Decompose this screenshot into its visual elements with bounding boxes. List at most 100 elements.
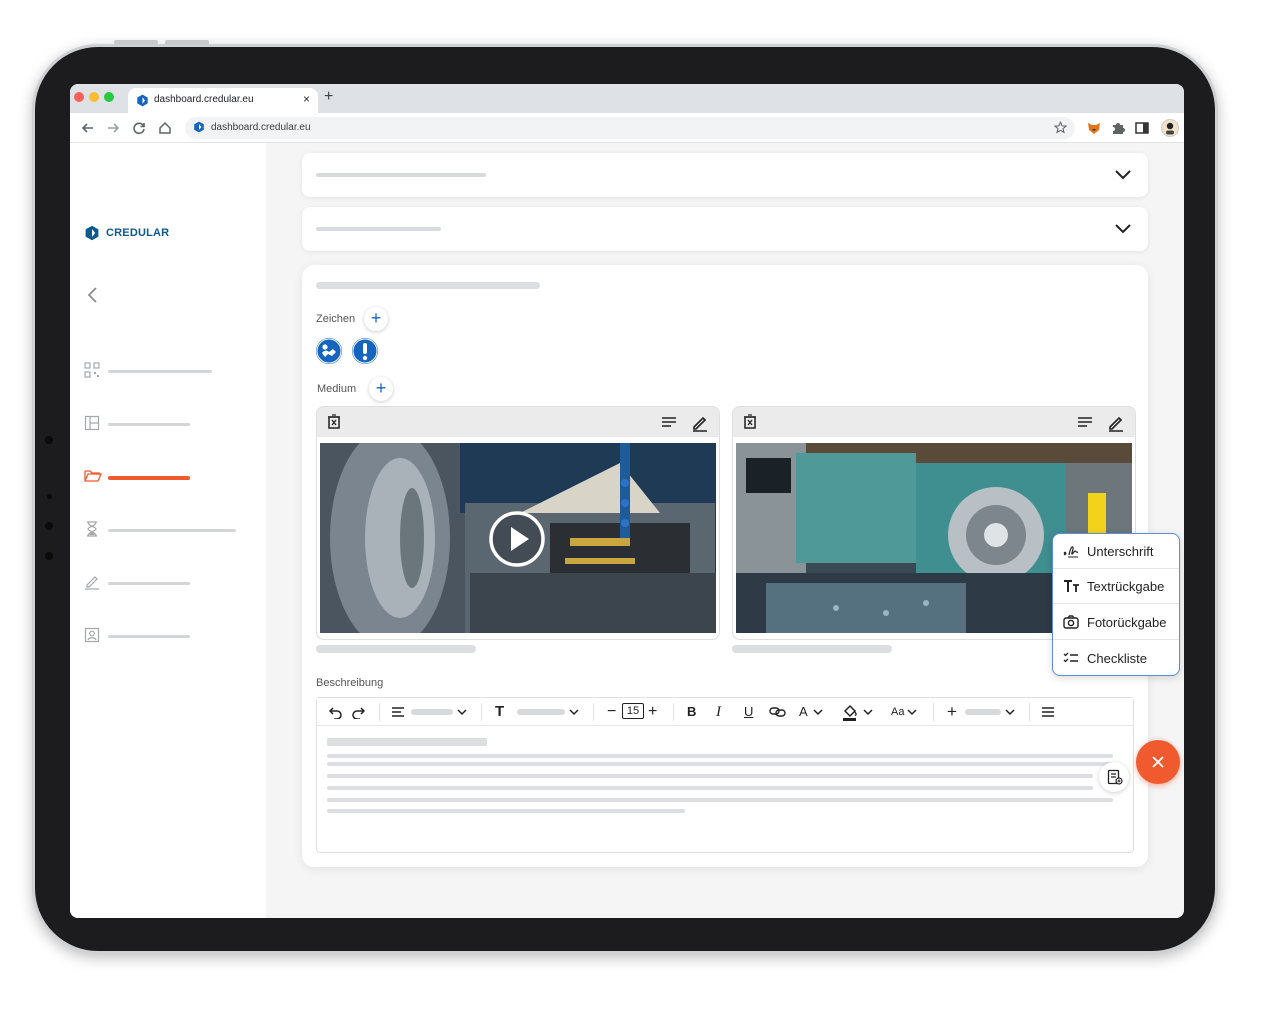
menu-item-photo-response[interactable]: Fotorückgabe [1053, 605, 1179, 640]
bookmark-star-icon[interactable] [1054, 121, 1067, 134]
media-toolbar [317, 407, 719, 437]
sidebar-item-folder[interactable] [84, 468, 254, 486]
chevron-down-icon[interactable] [457, 708, 467, 716]
text-lines-icon[interactable] [661, 414, 677, 430]
home-icon[interactable] [157, 120, 173, 136]
browser-toolbar: dashboard.credular.eu [70, 113, 1184, 143]
side-panel-icon[interactable] [1134, 120, 1150, 136]
browser-tab-bar: dashboard.credular.eu × + [70, 84, 1184, 113]
new-tab-button[interactable]: + [324, 88, 333, 106]
delete-icon[interactable] [327, 414, 341, 430]
chevron-down-icon[interactable] [1114, 221, 1132, 235]
address-bar[interactable]: dashboard.credular.eu [185, 117, 1075, 139]
video-thumbnail[interactable] [320, 443, 716, 633]
url-text: dashboard.credular.eu [211, 122, 311, 133]
accordion-section-2[interactable] [302, 207, 1148, 251]
underline-button[interactable]: U [744, 704, 753, 720]
editor-text-placeholder [327, 798, 1113, 802]
tab-close-icon[interactable]: × [303, 92, 310, 106]
font-size-decrease-button[interactable]: − [607, 704, 616, 720]
delete-icon[interactable] [743, 414, 757, 430]
add-response-menu: Unterschrift Textrückgabe Fotorückgabe C… [1052, 533, 1180, 676]
tab-title: dashboard.credular.eu [154, 94, 254, 105]
media-caption-placeholder [732, 645, 892, 653]
edit-pencil-icon[interactable] [1107, 414, 1125, 432]
text-case-button[interactable]: Aa [891, 704, 904, 720]
play-icon[interactable] [488, 510, 546, 568]
menu-item-label: Checkliste [1087, 651, 1147, 666]
font-size-input[interactable]: 15 [622, 703, 644, 719]
redo-icon[interactable] [351, 705, 365, 719]
credular-logo[interactable]: CREDULAR [84, 225, 169, 241]
text-lines-icon[interactable] [1077, 414, 1093, 430]
forward-arrow-icon[interactable] [105, 120, 121, 136]
paragraph-style-icon[interactable] [391, 706, 405, 718]
logo-text: CREDULAR [106, 227, 170, 239]
main-content: Zeichen + Medium + Beschreibung T − 15 +… [266, 143, 1184, 918]
close-icon [1152, 756, 1164, 768]
rich-text-editor[interactable]: T − 15 + B I U A Aa + [316, 697, 1134, 853]
close-window-button[interactable] [74, 92, 84, 102]
sidebar-item-layout[interactable] [84, 415, 254, 433]
chevron-down-icon[interactable] [569, 708, 579, 716]
media-toolbar [733, 407, 1135, 437]
camera-dot [45, 522, 53, 530]
sidebar-item-profile[interactable] [84, 627, 254, 645]
chevron-down-icon[interactable] [863, 708, 873, 716]
add-block-fab-button[interactable] [1099, 762, 1129, 792]
camera-icon [1063, 615, 1079, 629]
accordion-section-1[interactable] [302, 153, 1148, 197]
back-arrow-icon[interactable] [80, 120, 96, 136]
chevron-down-icon[interactable] [813, 708, 823, 716]
menu-item-label: Fotorückgabe [1087, 615, 1167, 630]
minimize-window-button[interactable] [89, 92, 99, 102]
align-icon[interactable] [1041, 706, 1055, 718]
sidebar-item-hourglass[interactable] [84, 521, 254, 539]
editor-text-placeholder [327, 754, 1113, 758]
collapse-chevron-icon[interactable] [86, 286, 98, 304]
chevron-down-icon[interactable] [907, 708, 917, 716]
camera-dot [45, 552, 53, 560]
editor-text-placeholder [327, 738, 487, 746]
font-size-increase-button[interactable]: + [648, 704, 657, 720]
credular-logo-icon [85, 225, 99, 241]
document-add-icon [1107, 769, 1123, 785]
medium-label: Medium [317, 383, 357, 395]
menu-item-text-response[interactable]: Textrückgabe [1053, 569, 1179, 604]
close-fab-button[interactable] [1136, 740, 1180, 784]
checklist-icon [1063, 652, 1078, 663]
signature-icon [1063, 546, 1079, 558]
editor-text-placeholder [327, 774, 1093, 778]
edit-pencil-icon[interactable] [691, 414, 709, 432]
media-item-video [316, 406, 720, 640]
profile-avatar[interactable] [1161, 119, 1179, 137]
reload-icon[interactable] [131, 120, 147, 136]
folder-open-icon [84, 470, 102, 482]
card-title-placeholder [316, 282, 540, 289]
browser-tab[interactable]: dashboard.credular.eu × [128, 88, 318, 113]
link-icon[interactable] [769, 706, 787, 718]
add-sign-button[interactable]: + [364, 307, 388, 331]
chevron-down-icon[interactable] [1005, 708, 1015, 716]
insert-button[interactable]: + [947, 703, 957, 720]
credular-favicon-icon [194, 121, 204, 133]
ppe-sign-icon[interactable] [316, 338, 342, 364]
chevron-down-icon[interactable] [1114, 167, 1132, 181]
puzzle-extensions-icon[interactable] [1110, 120, 1126, 136]
text-type-icon[interactable]: T [495, 704, 504, 720]
sidebar-item-sign[interactable] [84, 574, 254, 592]
bold-button[interactable]: B [687, 704, 696, 720]
menu-item-checklist[interactable]: Checkliste [1053, 641, 1179, 676]
sidebar-item-qr[interactable] [84, 362, 254, 380]
layout-icon [84, 415, 100, 431]
menu-item-signature[interactable]: Unterschrift [1053, 534, 1179, 569]
undo-icon[interactable] [329, 705, 343, 719]
fox-extension-icon[interactable] [1086, 120, 1102, 136]
highlight-fill-icon[interactable] [841, 703, 859, 721]
qr-code-icon [84, 362, 100, 378]
font-color-button[interactable]: A [799, 704, 808, 720]
warning-sign-icon[interactable] [352, 338, 378, 364]
maximize-window-button[interactable] [104, 92, 114, 102]
add-medium-button[interactable]: + [369, 377, 393, 401]
italic-button[interactable]: I [716, 704, 721, 720]
